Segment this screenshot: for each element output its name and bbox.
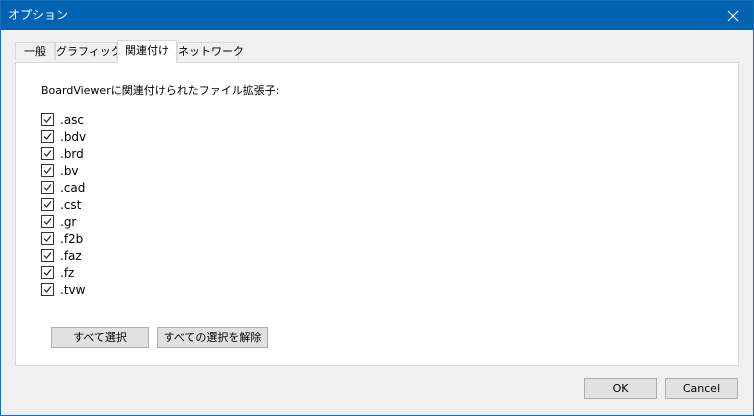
checkmark-icon [43, 235, 52, 242]
checkbox-asc[interactable] [41, 113, 54, 126]
checkmark-icon [43, 167, 52, 174]
extension-label: .tvw [60, 282, 86, 297]
extension-label: .cad [60, 180, 86, 195]
checkbox-faz[interactable] [41, 249, 54, 262]
select-all-button[interactable]: すべて選択 [51, 327, 149, 348]
checkbox-gr[interactable] [41, 215, 54, 228]
window-title: オプション [8, 8, 69, 22]
close-button[interactable] [713, 1, 753, 30]
extension-label: .gr [60, 214, 77, 229]
checkmark-icon [43, 150, 52, 157]
extension-asc[interactable]: .asc [41, 111, 84, 128]
checkbox-fz[interactable] [41, 266, 54, 279]
checkbox-cad[interactable] [41, 181, 54, 194]
deselect-all-button[interactable]: すべての選択を解除 [157, 327, 268, 348]
ok-button[interactable]: OK [584, 378, 657, 399]
extension-label: .bv [60, 163, 79, 178]
extension-bdv[interactable]: .bdv [41, 128, 86, 145]
checkmark-icon [43, 184, 52, 191]
extension-label: .bdv [60, 129, 87, 144]
tab-association[interactable]: 関連付け [117, 40, 177, 63]
association-label: BoardViewerに関連付けられたファイル拡張子: [41, 84, 280, 97]
checkmark-icon [43, 286, 52, 293]
extension-fz[interactable]: .fz [41, 264, 74, 281]
checkbox-cst[interactable] [41, 198, 54, 211]
association-panel: BoardViewerに関連付けられたファイル拡張子: .asc .bdv .b… [15, 62, 739, 366]
extension-tvw[interactable]: .tvw [41, 281, 85, 298]
extension-gr[interactable]: .gr [41, 213, 76, 230]
checkmark-icon [43, 133, 52, 140]
extension-label: .f2b [60, 231, 84, 246]
extension-label: .asc [60, 112, 85, 127]
extension-bv[interactable]: .bv [41, 162, 79, 179]
extension-faz[interactable]: .faz [41, 247, 82, 264]
extension-label: .fz [60, 265, 75, 280]
extension-cst[interactable]: .cst [41, 196, 81, 213]
extension-label: .faz [60, 248, 82, 263]
checkbox-bdv[interactable] [41, 130, 54, 143]
checkmark-icon [43, 252, 52, 259]
checkmark-icon [43, 269, 52, 276]
tab-network[interactable]: ネットワーク [177, 42, 244, 60]
extension-brd[interactable]: .brd [41, 145, 84, 162]
checkbox-bv[interactable] [41, 164, 54, 177]
extension-cad[interactable]: .cad [41, 179, 85, 196]
close-icon [727, 10, 739, 21]
checkbox-brd[interactable] [41, 147, 54, 160]
options-dialog: オプション 一般 グラフィック 関連付け ネットワーク BoardViewerに… [0, 0, 754, 416]
checkmark-icon [43, 116, 52, 123]
extension-label: .brd [60, 146, 84, 161]
checkmark-icon [43, 218, 52, 225]
cancel-button[interactable]: Cancel [665, 378, 738, 399]
checkmark-icon [43, 201, 52, 208]
extension-f2b[interactable]: .f2b [41, 230, 83, 247]
extension-label: .cst [60, 197, 82, 212]
checkbox-tvw[interactable] [41, 283, 54, 296]
tab-general[interactable]: 一般 [15, 42, 55, 60]
checkbox-f2b[interactable] [41, 232, 54, 245]
tab-graphics[interactable]: グラフィック [55, 42, 122, 60]
title-bar[interactable]: オプション [1, 1, 753, 30]
